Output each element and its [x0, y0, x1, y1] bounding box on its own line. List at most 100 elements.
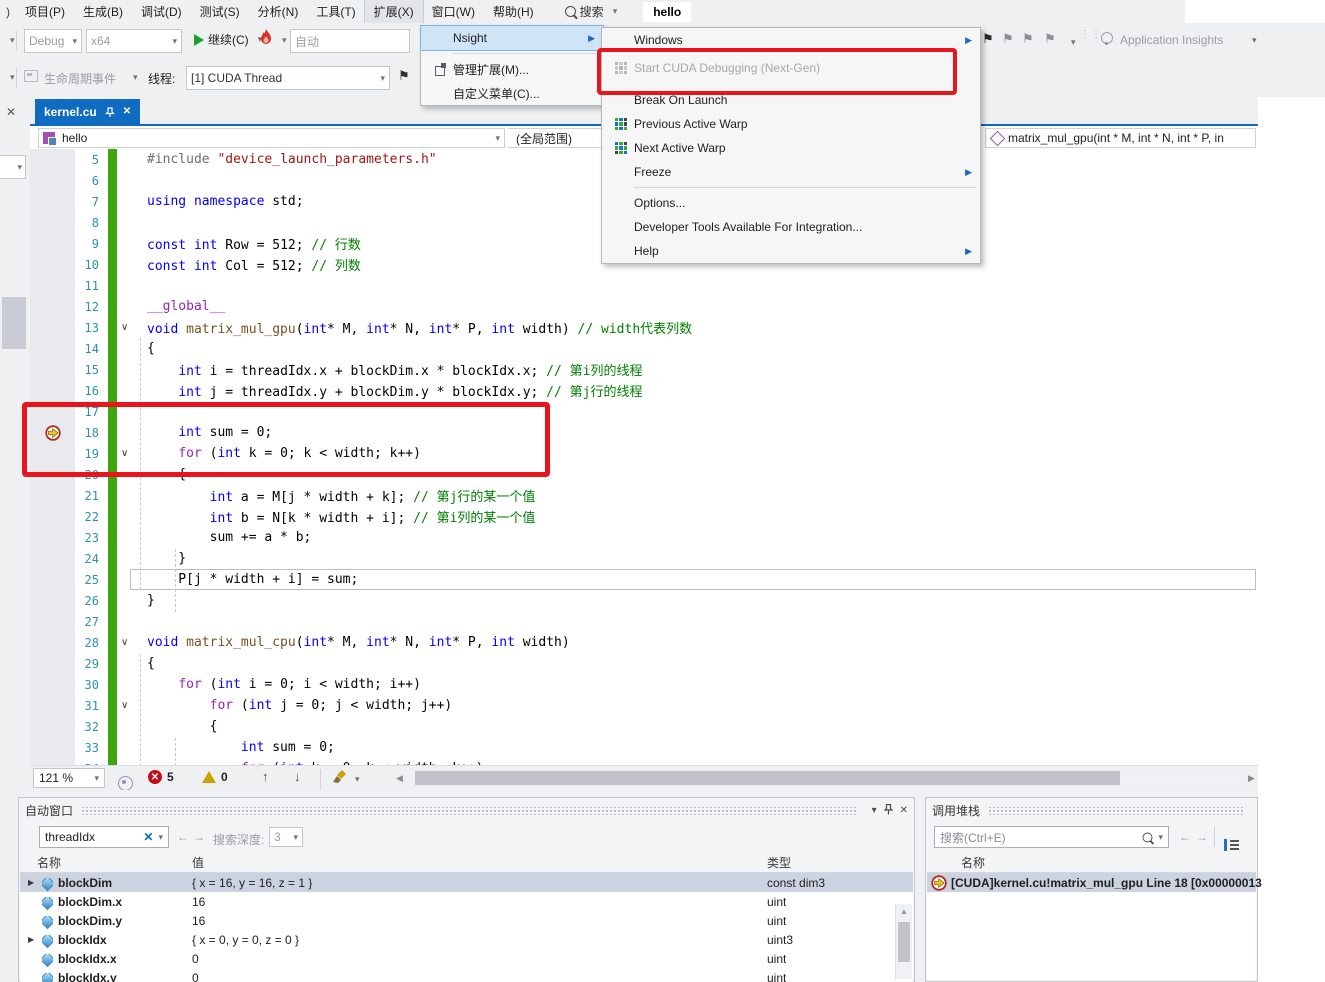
scrollbar-thumb[interactable] — [2, 297, 26, 349]
search-menu-button[interactable]: 搜索 ▾ — [557, 1, 626, 22]
attach-dropdown[interactable]: 自动 — [290, 29, 410, 53]
line-number[interactable]: 32 — [75, 720, 105, 734]
flag-current-thread-icon[interactable]: ⚑ — [398, 68, 410, 84]
close-icon[interactable]: ✕ — [6, 105, 16, 119]
menubar-item[interactable]: 项目(P) — [16, 0, 74, 23]
menubar-item[interactable]: 调试(D) — [132, 0, 191, 23]
lifecycle-events-button[interactable]: 生命周期事件 — [44, 70, 116, 87]
autos-row[interactable]: blockIdx.y0uint — [20, 968, 913, 982]
line-number[interactable]: 20 — [75, 468, 105, 482]
next-issue-button[interactable]: ↓ — [294, 769, 301, 784]
autos-row[interactable]: ▶blockIdx{ x = 0, y = 0, z = 0 }uint3 — [20, 930, 913, 949]
line-number[interactable]: 26 — [75, 594, 105, 608]
horizontal-scrollbar[interactable] — [412, 771, 1245, 785]
menubar-item[interactable]: 帮助(H) — [484, 0, 543, 23]
menubar-item[interactable]: 窗口(W) — [423, 0, 484, 23]
clipped-dropdown[interactable]: ▾ — [0, 155, 26, 179]
autos-row[interactable]: blockDim.x16uint — [20, 892, 913, 911]
autos-search-input[interactable]: threadIdx ✕ ▾ — [39, 826, 169, 848]
column-header-0[interactable]: 名称 — [37, 854, 61, 871]
code-line-33[interactable]: 33 int sum = 0; — [30, 737, 1258, 758]
line-number[interactable]: 31 — [75, 699, 105, 713]
fold-collapse-icon[interactable]: ∨ — [118, 637, 147, 648]
line-number[interactable]: 11 — [75, 279, 105, 293]
close-icon[interactable]: ✕ — [900, 805, 908, 816]
code-line-14[interactable]: 14{ — [30, 338, 1258, 359]
line-number[interactable]: 13 — [75, 321, 105, 335]
chevron-down-icon[interactable]: ▾ — [1071, 37, 1076, 48]
chevron-down-icon[interactable]: ▾ — [158, 832, 163, 843]
code-line-15[interactable]: 15 int i = threadIdx.x + blockDim.x * bl… — [30, 359, 1258, 380]
member-dropdown[interactable]: matrix_mul_gpu(int * M, int * N, int * P… — [985, 128, 1256, 148]
window-title-tab[interactable]: hello — [643, 2, 691, 22]
zoom-dropdown[interactable]: 121 % ▾ — [33, 768, 105, 788]
submenu-item-freeze[interactable]: Freeze▶ — [602, 160, 980, 184]
line-number[interactable]: 12 — [75, 300, 105, 314]
column-header-1[interactable]: 值 — [192, 854, 204, 871]
toolbar-overflow-icon[interactable]: ▾ — [10, 35, 15, 46]
window-position-icon[interactable]: ▾ — [872, 805, 877, 816]
bookmark-prev-icon[interactable]: ⚑ — [1002, 31, 1014, 47]
submenu-item-previous-active-warp[interactable]: Previous Active Warp — [602, 112, 980, 136]
autos-grid-header[interactable]: 名称值类型 — [20, 851, 913, 873]
call-stack-search-input[interactable]: 搜索(Ctrl+E) ▾ — [934, 826, 1169, 848]
line-number[interactable]: 7 — [75, 195, 105, 209]
line-number[interactable]: 8 — [75, 216, 105, 230]
call-stack-grid-header[interactable]: 名称 — [927, 851, 1256, 873]
application-insights-button[interactable]: Application Insights — [1120, 33, 1223, 47]
project-dropdown[interactable]: hello ▾ — [38, 128, 505, 148]
menubar-item[interactable]: 分析(N) — [249, 0, 308, 23]
search-depth-dropdown[interactable]: 3 ▾ — [269, 827, 303, 847]
call-stack-title-bar[interactable]: 调用堆栈 — [926, 798, 1257, 823]
submenu-item-break-on-launch[interactable]: Break On Launch — [602, 88, 980, 112]
submenu-item-options[interactable]: Options... — [602, 191, 980, 215]
line-number[interactable]: 29 — [75, 657, 105, 671]
bookmark-clear-icon[interactable]: ⚑ — [1044, 31, 1056, 47]
line-number[interactable]: 5 — [75, 153, 105, 167]
line-number[interactable]: 22 — [75, 510, 105, 524]
back-icon[interactable]: ← — [1179, 830, 1191, 844]
menubar-item[interactable]: 生成(B) — [74, 0, 132, 23]
hot-reload-button[interactable] — [258, 28, 274, 49]
line-number[interactable]: 16 — [75, 384, 105, 398]
submenu-item-start-cuda-debugging-next-gen[interactable]: Start CUDA Debugging (Next-Gen) — [602, 52, 980, 84]
menubar-item[interactable]: 工具(T) — [307, 0, 364, 23]
code-line-13[interactable]: 13∨void matrix_mul_gpu(int* M, int* N, i… — [30, 317, 1258, 338]
code-line-26[interactable]: 26} — [30, 590, 1258, 611]
code-line-18[interactable]: 18 int sum = 0; — [30, 422, 1258, 443]
code-line-16[interactable]: 16 int j = threadIdx.y + blockDim.y * bl… — [30, 380, 1258, 401]
line-number[interactable]: 24 — [75, 552, 105, 566]
line-number[interactable]: 25 — [75, 573, 105, 587]
scrollbar-thumb[interactable] — [415, 771, 1120, 785]
scrollbar-thumb[interactable] — [898, 922, 910, 962]
document-tab-kernel-cu[interactable]: kernel.cu ✕ — [35, 99, 140, 124]
menubar-item[interactable]: 扩展(X) — [365, 0, 423, 23]
line-number[interactable]: 21 — [75, 489, 105, 503]
submenu-item-next-active-warp[interactable]: Next Active Warp — [602, 136, 980, 160]
code-line-30[interactable]: 30 for (int i = 0; i < width; i++) — [30, 674, 1258, 695]
debug-config-dropdown[interactable]: Debug ▾ — [24, 29, 82, 53]
code-line-17[interactable]: 17 — [30, 401, 1258, 422]
line-number[interactable]: 27 — [75, 615, 105, 629]
line-number[interactable]: 30 — [75, 678, 105, 692]
line-number[interactable]: 14 — [75, 342, 105, 356]
submenu-item-windows[interactable]: Windows▶ — [602, 28, 980, 52]
name-column-header[interactable]: 名称 — [961, 854, 985, 871]
expander-icon[interactable]: ▶ — [28, 878, 34, 887]
code-line-19[interactable]: 19∨ for (int k = 0; k < width; k++) — [30, 443, 1258, 464]
code-line-23[interactable]: 23 sum += a * b; — [30, 527, 1258, 548]
platform-dropdown[interactable]: x64 ▾ — [86, 29, 182, 53]
code-line-21[interactable]: 21 int a = M[j * width + k]; // 第j行的某一个值 — [30, 485, 1258, 506]
search-forward-icon[interactable]: → — [193, 830, 205, 844]
line-number[interactable]: 15 — [75, 363, 105, 377]
code-line-25[interactable]: 25 P[j * width + i] = sum; — [30, 569, 1258, 590]
line-number[interactable]: 19 — [75, 447, 105, 461]
error-count-button[interactable]: ✕ 5 — [148, 770, 174, 784]
menu-item-c[interactable]: 自定义菜单(C)... — [421, 81, 603, 105]
chevron-down-icon[interactable]: ▾ — [282, 35, 287, 46]
code-line-22[interactable]: 22 int b = N[k * width + i]; // 第i列的某一个值 — [30, 506, 1258, 527]
clear-search-icon[interactable]: ✕ — [143, 830, 153, 844]
code-line-32[interactable]: 32 { — [30, 716, 1258, 737]
menubar-item[interactable]: 测试(S) — [191, 0, 249, 23]
toolbar-overflow-icon[interactable]: ▾ — [10, 72, 15, 83]
